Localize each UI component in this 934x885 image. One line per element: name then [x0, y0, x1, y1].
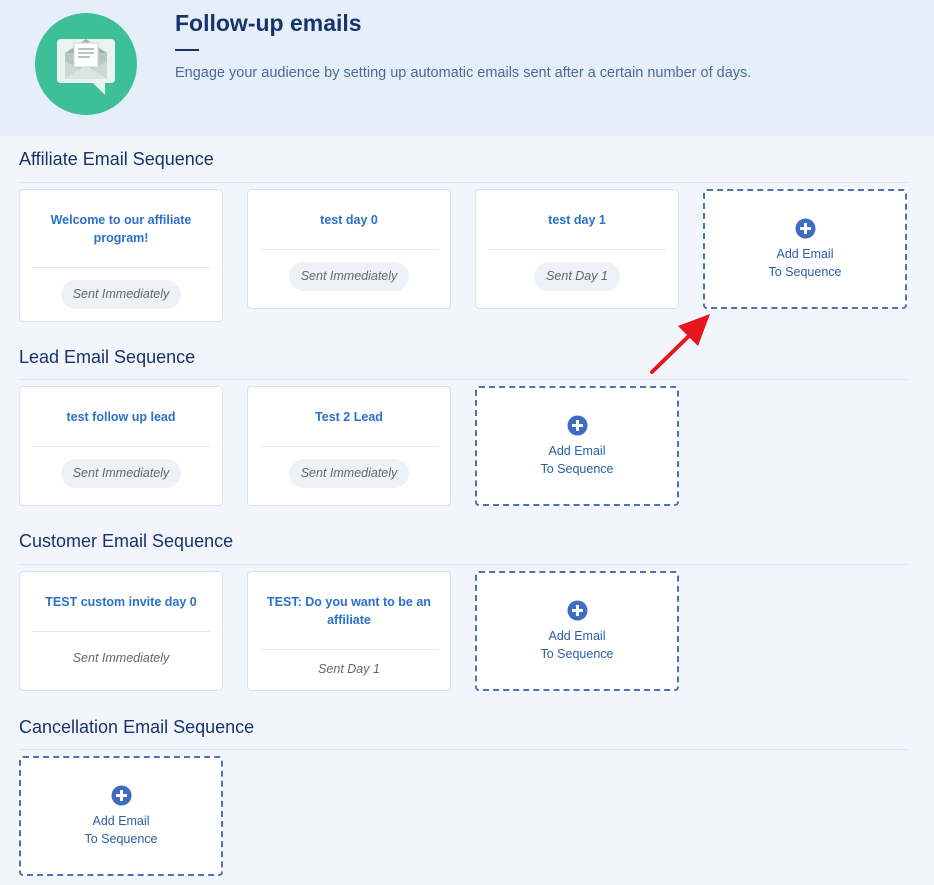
card-divider — [260, 446, 438, 447]
email-card[interactable]: test day 0 Sent Immediately — [247, 189, 451, 309]
add-email-sublabel: To Sequence — [84, 831, 158, 846]
section-divider — [19, 379, 907, 380]
card-divider — [260, 249, 438, 250]
email-title: test day 1 — [548, 212, 606, 227]
page-title: Follow-up emails — [175, 10, 362, 36]
page-header: Follow-up emails Engage your audience by… — [0, 0, 934, 136]
section-title-cancellation: Cancellation Email Sequence — [19, 717, 255, 737]
add-email-sublabel: To Sequence — [540, 461, 614, 476]
add-email-label: Add Email — [92, 813, 150, 828]
email-title: Welcome to our affiliate program! — [50, 212, 192, 245]
add-email-label: Add Email — [776, 246, 834, 261]
card-divider — [32, 631, 210, 632]
email-card[interactable]: TEST: Do you want to be an affiliate Sen… — [247, 571, 451, 691]
email-card[interactable]: test day 1 Sent Day 1 — [475, 189, 679, 309]
section-title-customer: Customer Email Sequence — [19, 531, 234, 551]
email-card[interactable]: Welcome to our affiliate program! Sent I… — [19, 189, 223, 322]
email-timing-badge: Sent Day 1 — [534, 262, 620, 291]
email-timing-badge: Sent Immediately — [288, 262, 410, 291]
email-title: TEST: Do you want to be an affiliate — [267, 594, 431, 627]
email-timing-badge: Sent Immediately — [288, 459, 410, 488]
email-timing-badge: Sent Immediately — [60, 280, 182, 309]
section-divider — [19, 182, 907, 183]
section-title-lead: Lead Email Sequence — [19, 347, 196, 367]
plus-circle-icon — [795, 218, 815, 238]
page-subtitle: Engage your audience by setting up autom… — [175, 65, 752, 81]
email-timing-badge: Sent Day 1 — [318, 662, 380, 676]
add-email-sublabel: To Sequence — [540, 646, 614, 661]
email-chat-icon — [35, 13, 137, 115]
card-divider — [260, 649, 438, 650]
add-email-label: Add Email — [548, 628, 606, 643]
email-title: Test 2 Lead — [315, 409, 383, 424]
email-title: TEST custom invite day 0 — [45, 594, 197, 609]
plus-circle-icon — [111, 785, 131, 805]
add-email-label: Add Email — [548, 443, 606, 458]
email-card[interactable]: TEST custom invite day 0 Sent Immediatel… — [19, 571, 223, 691]
add-email-button-lead[interactable]: Add Email To Sequence — [475, 386, 679, 506]
card-divider — [32, 267, 210, 268]
section-divider — [19, 749, 907, 750]
email-timing-badge: Sent Immediately — [60, 459, 182, 488]
email-title: test day 0 — [320, 212, 378, 227]
plus-circle-icon — [567, 415, 587, 435]
title-underline — [175, 49, 199, 51]
annotation-arrow-icon — [650, 314, 710, 374]
card-divider — [488, 249, 666, 250]
card-divider — [32, 446, 210, 447]
email-card[interactable]: Test 2 Lead Sent Immediately — [247, 386, 451, 506]
section-title-affiliate: Affiliate Email Sequence — [19, 149, 214, 169]
email-card[interactable]: test follow up lead Sent Immediately — [19, 386, 223, 506]
email-title: test follow up lead — [66, 409, 176, 424]
email-timing-badge: Sent Immediately — [72, 651, 170, 665]
add-email-sublabel: To Sequence — [768, 264, 842, 279]
add-email-button-customer[interactable]: Add Email To Sequence — [475, 571, 679, 691]
plus-circle-icon — [567, 600, 587, 620]
add-email-button-affiliate[interactable]: Add Email To Sequence — [703, 189, 907, 309]
section-divider — [19, 564, 907, 565]
add-email-button-cancellation[interactable]: Add Email To Sequence — [19, 756, 223, 876]
